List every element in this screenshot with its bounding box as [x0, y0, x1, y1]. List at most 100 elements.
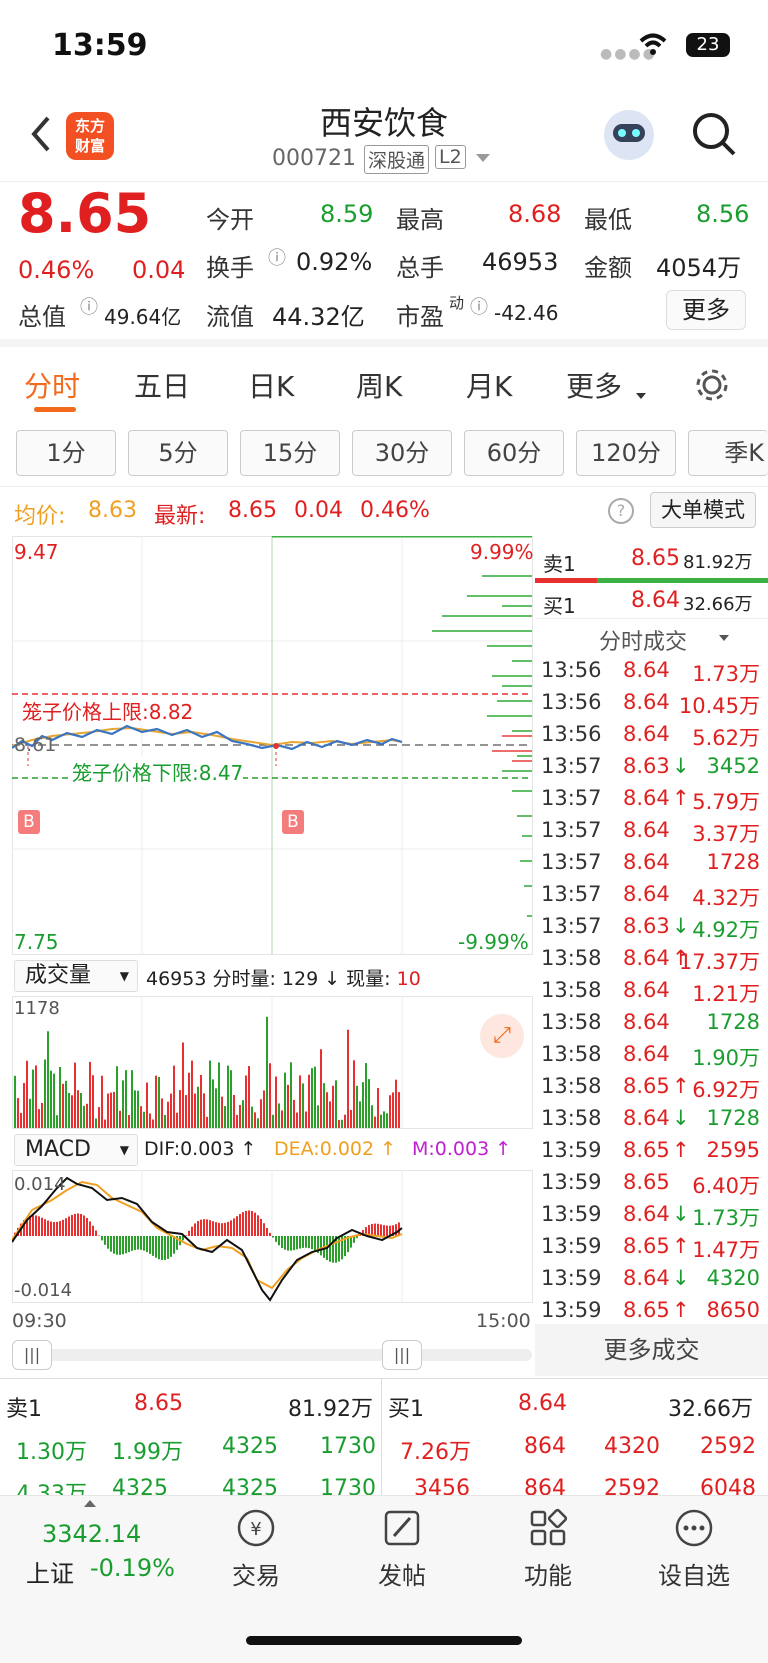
macd-indicator-select[interactable]: MACD ▼: [14, 1134, 138, 1166]
side-buy1-price: 8.64: [631, 588, 680, 613]
volume-bar: [383, 1111, 385, 1128]
nav-add-watchlist[interactable]: 设自选: [634, 1506, 754, 1591]
interval-60min[interactable]: 60分: [464, 430, 564, 476]
index-percent[interactable]: -0.19%: [90, 1554, 175, 1582]
nav-post[interactable]: 发帖: [342, 1506, 462, 1591]
buy-marker[interactable]: B: [282, 810, 304, 834]
macd-bar: [86, 1218, 88, 1236]
macd-bar: [92, 1225, 94, 1236]
info-icon[interactable]: ⓘ: [470, 293, 488, 319]
gear-icon[interactable]: [694, 367, 730, 403]
volume-bar: [371, 1105, 373, 1128]
book-buy-detail: 4320: [604, 1434, 660, 1459]
volume-bar: [197, 1086, 199, 1128]
volume-bar: [155, 1075, 157, 1128]
range-slider-track[interactable]: [12, 1349, 532, 1361]
volume-bar: [368, 1079, 370, 1128]
trade-row: 13:57 8.63 ↓ 4.92万: [535, 914, 768, 946]
divider: [535, 618, 768, 619]
edit-icon: [384, 1510, 420, 1546]
volume-bar: [242, 1100, 244, 1128]
interval-30min[interactable]: 30分: [352, 430, 452, 476]
interval-120min[interactable]: 120分: [576, 430, 676, 476]
macd-bar: [122, 1236, 124, 1255]
low-value: 8.56: [696, 200, 750, 228]
trade-icon: ¥: [237, 1509, 275, 1547]
open-label: 今开: [206, 206, 254, 234]
volume-bar: [257, 1118, 259, 1128]
intraday-price-chart[interactable]: [12, 536, 534, 956]
volume-bar: [221, 1096, 223, 1128]
volume-bar: [110, 1092, 112, 1128]
trade-price: 8.64: [623, 1266, 670, 1290]
volume-bar: [188, 1072, 190, 1128]
volume-bar: [311, 1068, 313, 1128]
chevron-down-icon[interactable]: [476, 154, 490, 162]
robot-avatar-icon[interactable]: [604, 110, 654, 160]
tab-daily-k[interactable]: 日K: [248, 365, 294, 405]
trade-price: 8.65: [623, 1298, 670, 1322]
range-slider-left-handle[interactable]: |||: [12, 1340, 52, 1370]
volume-bar: [92, 1075, 94, 1128]
macd-bar: [218, 1222, 220, 1236]
interval-1min[interactable]: 1分: [16, 430, 116, 476]
more-trades-button[interactable]: 更多成交: [535, 1324, 768, 1376]
avg-value: 8.63: [88, 498, 137, 523]
trade-direction: ↑: [672, 1234, 690, 1258]
tab-intraday[interactable]: 分时: [24, 365, 80, 405]
volume-bar: [344, 1114, 346, 1128]
trade-time: 13:56: [541, 690, 602, 714]
interval-15min[interactable]: 15分: [240, 430, 340, 476]
interval-tabs: 1分 5分 15分 30分 60分 120分 季K: [0, 425, 768, 487]
macd-bar: [263, 1223, 265, 1236]
nav-function[interactable]: 功能: [488, 1506, 608, 1591]
nav-trade[interactable]: ¥ 交易: [196, 1506, 316, 1591]
more-button[interactable]: 更多: [666, 290, 746, 330]
macd-bar: [65, 1218, 67, 1236]
trade-volume: 2595: [706, 1138, 760, 1162]
volume-bar: [389, 1095, 391, 1128]
volume-bar: [224, 1106, 226, 1128]
index-value[interactable]: 3342.14: [42, 1520, 141, 1548]
volume-bar: [392, 1092, 394, 1128]
info-icon[interactable]: ⓘ: [268, 244, 286, 270]
interval-5min[interactable]: 5分: [128, 430, 228, 476]
macd-bar: [197, 1221, 199, 1236]
interval-quarter-k[interactable]: 季K: [688, 430, 768, 476]
macd-bar: [206, 1219, 208, 1236]
trade-price: 8.64: [623, 786, 670, 810]
trade-row: 13:58 8.64 1728: [535, 1010, 768, 1042]
tab-weekly-k[interactable]: 周K: [356, 365, 402, 405]
volume-bar: [239, 1104, 241, 1128]
help-icon[interactable]: ?: [608, 498, 634, 524]
tab-five-day[interactable]: 五日: [134, 365, 190, 405]
buy-marker[interactable]: B: [18, 810, 40, 834]
caret-down-icon: [636, 393, 646, 399]
volume-bar: [83, 1105, 85, 1128]
battery-icon: 23: [686, 33, 730, 57]
info-icon[interactable]: ⓘ: [80, 293, 98, 319]
trade-volume: 5.62万: [692, 726, 760, 750]
volume-bar: [374, 1116, 376, 1128]
tab-monthly-k[interactable]: 月K: [466, 365, 512, 405]
volume-bar: [395, 1079, 397, 1128]
macd-bar: [77, 1213, 79, 1236]
search-icon[interactable]: [690, 110, 738, 158]
volume-bar: [248, 1065, 250, 1128]
big-order-mode-button[interactable]: 大单模式: [650, 492, 756, 528]
volume-bar: [215, 1088, 217, 1128]
tab-more[interactable]: 更多: [566, 365, 622, 405]
tab-indicator: [34, 407, 76, 412]
range-slider-right-handle[interactable]: |||: [382, 1340, 422, 1370]
divider: [381, 1379, 382, 1499]
nav-post-label: 发帖: [378, 1562, 426, 1590]
volume-bar: [320, 1049, 322, 1128]
trade-volume: 1728: [706, 1106, 760, 1130]
expand-icon[interactable]: ⤢: [480, 1014, 524, 1058]
volume-indicator-select[interactable]: 成交量 ▼: [14, 960, 138, 992]
tick-header[interactable]: 分时成交: [599, 624, 687, 656]
macd-bar: [383, 1225, 385, 1236]
macd-bar: [248, 1210, 250, 1236]
index-name[interactable]: 上证: [26, 1554, 74, 1589]
macd-bar: [251, 1211, 253, 1236]
